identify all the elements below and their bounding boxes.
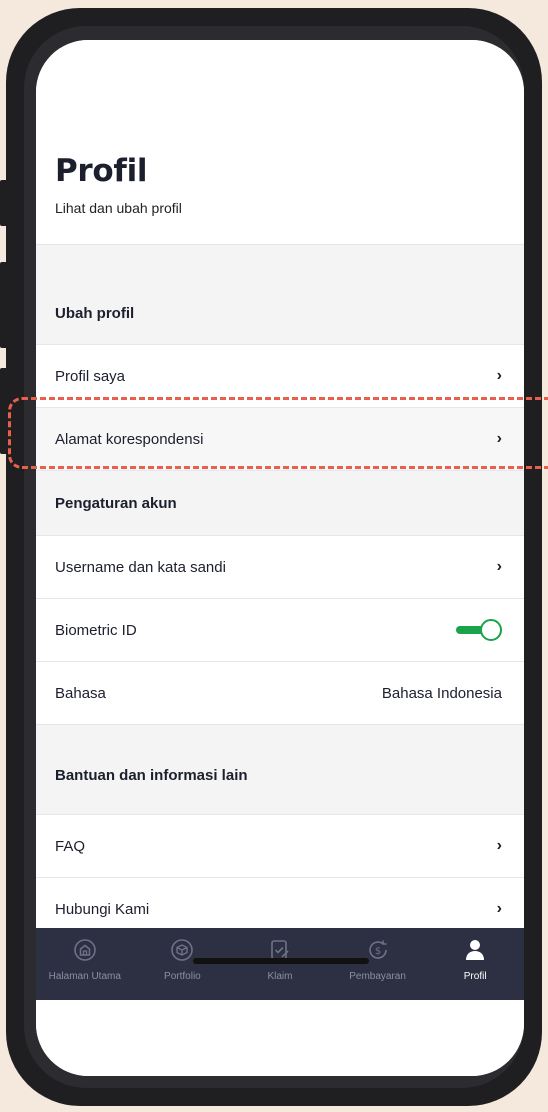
tab-label: Klaim — [267, 971, 293, 982]
menu-item-faq[interactable]: FAQ › — [36, 814, 524, 877]
menu-item-label: FAQ — [55, 837, 86, 855]
tab-label: Portfolio — [164, 971, 201, 982]
menu-item-label: Biometric ID — [55, 621, 137, 639]
svg-text:$: $ — [374, 946, 380, 957]
menu-item-label: Hubungi Kami — [55, 900, 150, 918]
menu-item-biometric-id: Biometric ID — [36, 598, 524, 661]
tab-halaman-utama[interactable]: Halaman Utama — [36, 928, 134, 1000]
tab-label: Profil — [463, 971, 487, 982]
menu-item-alamat-korespondensi[interactable]: Alamat korespondensi › — [36, 407, 524, 470]
section-header-ubah-profil: Ubah profil — [36, 244, 524, 344]
bottom-tab-bar: Halaman Utama Portfolio Klaim $ Pembayar… — [36, 928, 524, 1000]
section-header-bantuan: Bantuan dan informasi lain — [36, 724, 524, 814]
section-header-pengaturan-akun: Pengaturan akun — [36, 470, 524, 535]
payment-icon: $ — [368, 940, 387, 959]
volume-up-button — [0, 262, 8, 348]
tab-portfolio[interactable]: Portfolio — [134, 928, 232, 1000]
tab-pembayaran[interactable]: $ Pembayaran — [329, 928, 427, 1000]
chevron-right-icon: › — [496, 900, 502, 917]
chevron-right-icon: › — [496, 430, 502, 447]
menu-item-label: Profil saya — [55, 367, 126, 385]
page-subtitle: Lihat dan ubah profil — [55, 200, 182, 216]
home-indicator[interactable] — [193, 958, 369, 964]
page-title: Profil — [55, 153, 148, 189]
language-value: Bahasa Indonesia — [381, 684, 502, 702]
chevron-right-icon: › — [496, 837, 502, 854]
home-icon — [73, 939, 96, 961]
phone-screen: Profil Lihat dan ubah profil Ubah profil… — [36, 40, 524, 1076]
menu-item-bahasa[interactable]: Bahasa Bahasa Indonesia — [36, 661, 524, 724]
home-indicator-area — [36, 1000, 524, 1076]
person-icon — [466, 940, 485, 960]
toggle-knob — [480, 619, 502, 641]
menu-item-label: Alamat korespondensi — [55, 430, 204, 448]
tab-label: Pembayaran — [349, 971, 406, 982]
menu-item-profil-saya[interactable]: Profil saya › — [36, 344, 524, 407]
tab-label: Halaman Utama — [48, 971, 121, 982]
menu-item-label: Bahasa — [55, 684, 106, 702]
menu-item-username-kata-sandi[interactable]: Username dan kata sandi › — [36, 535, 524, 598]
chevron-right-icon: › — [496, 367, 502, 384]
biometric-toggle[interactable] — [456, 619, 502, 641]
mute-switch — [0, 180, 8, 226]
page-header: Profil Lihat dan ubah profil — [36, 40, 524, 244]
tab-profil[interactable]: Profil — [426, 928, 524, 1000]
volume-down-button — [0, 368, 8, 454]
box-icon — [171, 939, 194, 961]
chevron-right-icon: › — [496, 558, 502, 575]
settings-list: Ubah profil Profil saya › Alamat korespo… — [36, 244, 524, 1003]
menu-item-label: Username dan kata sandi — [55, 558, 226, 576]
tab-klaim[interactable]: Klaim — [231, 928, 329, 1000]
